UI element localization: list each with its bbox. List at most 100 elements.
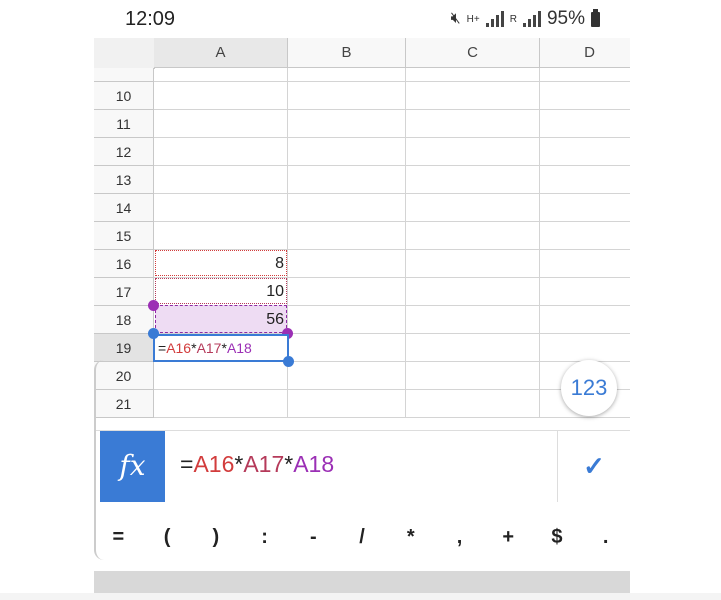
cell[interactable] — [288, 194, 406, 222]
cell[interactable] — [406, 250, 540, 278]
formula-ref-a16: A16 — [193, 451, 235, 477]
row-header-17[interactable]: 17 — [94, 278, 154, 306]
formula-ref-a17: A17 — [243, 451, 285, 477]
signal-icon-2 — [522, 11, 541, 27]
signal-icon — [485, 11, 504, 27]
cell[interactable] — [406, 166, 540, 194]
cell[interactable] — [406, 82, 540, 110]
cell[interactable] — [154, 222, 288, 250]
status-bar: 12:09 🔇︎ H+ R 95% — [94, 0, 630, 38]
row-header-18[interactable]: 18 — [94, 306, 154, 334]
cell[interactable] — [288, 278, 406, 306]
network-type-label: H+ — [466, 13, 480, 25]
symbol-key[interactable]: : — [240, 526, 289, 549]
row-header-19[interactable]: 19 — [94, 334, 154, 362]
cell[interactable] — [406, 390, 540, 418]
cell[interactable] — [540, 82, 630, 110]
cell-a19-editor[interactable]: =A16*A17*A18 — [153, 334, 289, 362]
mute-icon: 🔇︎ — [450, 10, 461, 27]
cell[interactable] — [288, 110, 406, 138]
symbol-key[interactable]: / — [338, 526, 387, 549]
formula-operator: * — [234, 451, 244, 477]
cell[interactable] — [540, 222, 630, 250]
selection-handle-top[interactable] — [148, 328, 159, 339]
cell[interactable] — [288, 390, 406, 418]
row-header-11[interactable]: 11 — [94, 110, 154, 138]
symbol-key[interactable]: ( — [143, 526, 192, 549]
confirm-button[interactable]: ✓ — [557, 431, 630, 502]
cell[interactable] — [406, 138, 540, 166]
status-icons: 🔇︎ H+ R 95% — [451, 8, 600, 30]
cell[interactable] — [154, 68, 288, 82]
column-header-c[interactable]: C — [406, 38, 540, 68]
cell-a16[interactable]: 8 — [154, 250, 288, 278]
formula-part-equals: = — [180, 451, 194, 477]
symbol-key[interactable]: . — [581, 526, 630, 549]
cell[interactable] — [288, 82, 406, 110]
cell[interactable] — [288, 250, 406, 278]
cell-a18[interactable]: 56 — [154, 306, 288, 334]
cell[interactable] — [288, 222, 406, 250]
symbol-key[interactable]: $ — [533, 526, 582, 549]
cell[interactable] — [540, 194, 630, 222]
cell[interactable] — [406, 334, 540, 362]
symbol-key[interactable]: ) — [191, 526, 240, 549]
row-header-9[interactable] — [94, 68, 154, 82]
function-button[interactable]: fx — [100, 431, 165, 502]
cell[interactable] — [154, 362, 288, 390]
row-header-16[interactable]: 16 — [94, 250, 154, 278]
selection-handle-bottom[interactable] — [283, 356, 294, 367]
phone-screen: 12:09 🔇︎ H+ R 95% A B C D 10 11 12 13 14 15 16… — [94, 0, 630, 600]
column-header-b[interactable]: B — [288, 38, 406, 68]
formula-ref-a18: A18 — [226, 340, 252, 356]
cell[interactable] — [540, 278, 630, 306]
cell[interactable] — [154, 166, 288, 194]
row-header-14[interactable]: 14 — [94, 194, 154, 222]
cell[interactable] — [154, 194, 288, 222]
cell[interactable] — [154, 138, 288, 166]
range-handle-top[interactable] — [148, 300, 159, 311]
symbol-key[interactable]: + — [484, 526, 533, 549]
cell-a17[interactable]: 10 — [154, 278, 288, 306]
cell[interactable] — [406, 278, 540, 306]
cell[interactable] — [540, 334, 630, 362]
cell[interactable] — [154, 390, 288, 418]
cell[interactable] — [540, 138, 630, 166]
cell[interactable] — [406, 222, 540, 250]
cell[interactable] — [406, 194, 540, 222]
cell[interactable] — [406, 68, 540, 82]
cell[interactable] — [540, 306, 630, 334]
cell[interactable] — [154, 110, 288, 138]
select-all-corner[interactable] — [94, 38, 155, 69]
number-keyboard-button[interactable]: 123 — [561, 360, 617, 416]
cell[interactable] — [406, 110, 540, 138]
cell[interactable] — [288, 306, 406, 334]
column-header-a[interactable]: A — [154, 38, 288, 68]
cell[interactable] — [288, 138, 406, 166]
symbol-key[interactable]: * — [386, 526, 435, 549]
edge-panel-handle[interactable] — [94, 360, 104, 560]
spreadsheet-grid[interactable]: A B C D 10 11 12 13 14 15 16 17 18 19 20 21 8 10 56… — [94, 38, 630, 430]
cell[interactable] — [406, 362, 540, 390]
column-header-d[interactable]: D — [540, 38, 630, 68]
row-header-10[interactable]: 10 — [94, 82, 154, 110]
row-header-15[interactable]: 15 — [94, 222, 154, 250]
symbol-key[interactable]: , — [435, 526, 484, 549]
cell[interactable] — [406, 306, 540, 334]
cell[interactable] — [154, 82, 288, 110]
cell[interactable] — [540, 68, 630, 82]
cell[interactable] — [288, 166, 406, 194]
cell[interactable] — [288, 362, 406, 390]
symbol-key[interactable]: - — [289, 526, 338, 549]
row-header-12[interactable]: 12 — [94, 138, 154, 166]
battery-icon — [591, 8, 600, 27]
sim-label: R — [509, 13, 517, 25]
cell[interactable] — [288, 334, 406, 362]
cell[interactable] — [288, 68, 406, 82]
cell[interactable] — [540, 166, 630, 194]
row-header-13[interactable]: 13 — [94, 166, 154, 194]
cell[interactable] — [540, 110, 630, 138]
formula-bar: fx =A16*A17*A18 ✓ — [94, 430, 630, 504]
formula-input[interactable]: =A16*A17*A18 — [180, 451, 334, 478]
cell[interactable] — [540, 250, 630, 278]
